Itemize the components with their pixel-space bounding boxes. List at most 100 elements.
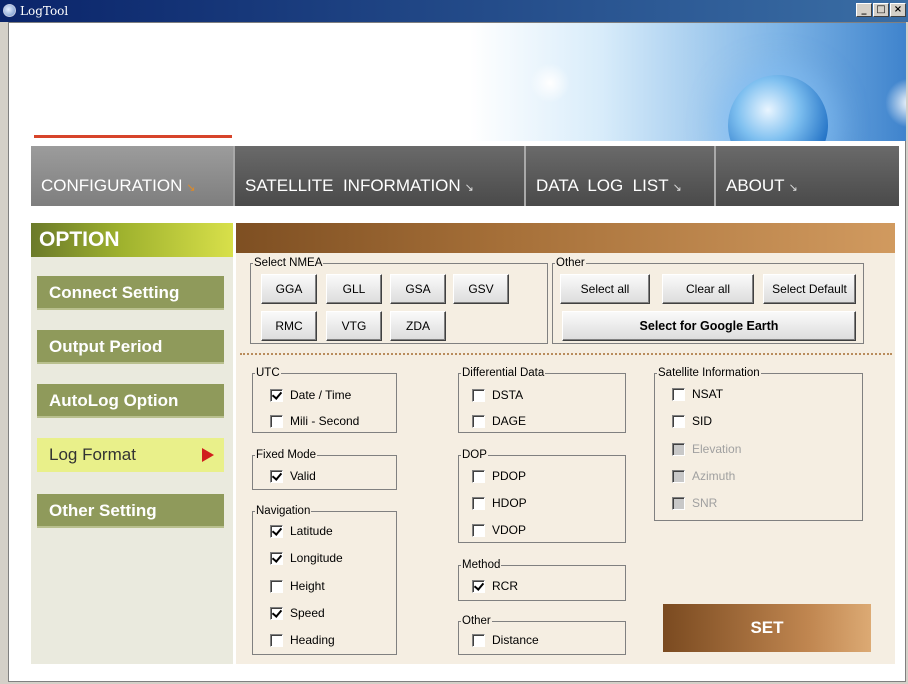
checkbox-box[interactable]: [472, 523, 485, 537]
arrow-icon: ↘: [186, 182, 196, 194]
nmea-gll-button[interactable]: GLL: [326, 274, 382, 304]
checkbox-label: Azimuth: [692, 469, 736, 483]
checkbox-label: Heading: [290, 633, 335, 647]
checkbox-box[interactable]: [270, 388, 283, 402]
select-all-button[interactable]: Select all: [560, 274, 650, 304]
nmea-gsv-button[interactable]: GSV: [453, 274, 509, 304]
checkbox-label: Speed: [290, 606, 325, 620]
tab-label: DATA LOG LIST: [536, 176, 669, 195]
checkbox-box[interactable]: [672, 387, 685, 401]
sidebar-item-output-period[interactable]: Output Period: [37, 330, 224, 364]
checkbox-label: VDOP: [492, 523, 527, 537]
heading-checkbox[interactable]: Heading: [270, 633, 335, 647]
tab-label: ABOUT: [726, 176, 785, 195]
sidebar-item-label: AutoLog Option: [49, 391, 179, 410]
group-legend: Differential Data: [462, 367, 545, 379]
checkbox-label: SNR: [692, 496, 718, 510]
sidebar-item-label: Other Setting: [49, 501, 157, 520]
checkbox-box: [672, 469, 685, 483]
sidebar-item-log-format[interactable]: Log Format: [37, 438, 224, 472]
group-legend: UTC: [256, 367, 280, 379]
longitude-checkbox[interactable]: Longitude: [270, 551, 343, 565]
set-button[interactable]: SET: [663, 604, 871, 652]
checkbox-box[interactable]: [270, 414, 283, 428]
section-divider: [240, 353, 892, 355]
checkbox-box[interactable]: [472, 579, 485, 593]
main-tabs: CONFIGURATION ↘ SATELLITE INFORMATION ↘ DA…: [31, 146, 899, 206]
checkbox-label: Latitude: [290, 524, 333, 538]
nmea-vtg-button[interactable]: VTG: [326, 311, 382, 341]
maximize-button[interactable]: □: [873, 3, 889, 17]
checkbox-box[interactable]: [270, 551, 283, 565]
close-button[interactable]: ×: [890, 3, 906, 17]
checkbox-label: Date / Time: [290, 388, 352, 402]
active-tab-indicator: [34, 135, 232, 138]
tab-label: CONFIGURATION: [41, 176, 183, 195]
panel-header-bar: [236, 223, 895, 253]
checkbox-box[interactable]: [270, 579, 283, 593]
sidebar-item-connect-setting[interactable]: Connect Setting: [37, 276, 224, 310]
group-legend: Other: [462, 615, 491, 627]
arrow-icon: ↘: [672, 182, 682, 194]
checkbox-label: SID: [692, 414, 713, 428]
nmea-zda-button[interactable]: ZDA: [390, 311, 446, 341]
group-legend: DOP: [462, 449, 487, 461]
nsat-checkbox[interactable]: NSAT: [672, 387, 723, 401]
dage-checkbox[interactable]: DAGE: [472, 414, 526, 428]
window-title: LogTool: [20, 4, 69, 18]
sidebar-item-other-setting[interactable]: Other Setting: [37, 494, 224, 528]
checkbox-label: Distance: [492, 633, 539, 647]
checkbox-box[interactable]: [270, 633, 283, 647]
mili-second-checkbox[interactable]: Mili - Second: [270, 414, 359, 428]
group-legend: Fixed Mode: [256, 449, 317, 461]
checkbox-box[interactable]: [472, 496, 485, 510]
group-legend: Method: [462, 559, 501, 571]
checkbox-label: HDOP: [492, 496, 527, 510]
checkbox-box[interactable]: [472, 469, 485, 483]
group-legend: Navigation: [256, 505, 311, 517]
hdop-checkbox[interactable]: HDOP: [472, 496, 527, 510]
checkbox-label: Longitude: [290, 551, 343, 565]
checkbox-label: DAGE: [492, 414, 527, 428]
rcr-checkbox[interactable]: RCR: [472, 579, 518, 593]
checkbox-label: Valid: [290, 469, 316, 483]
tab-satellite-information[interactable]: SATELLITE INFORMATION ↘: [235, 146, 526, 206]
pdop-checkbox[interactable]: PDOP: [472, 469, 526, 483]
latitude-checkbox[interactable]: Latitude: [270, 524, 333, 538]
clear-all-button[interactable]: Clear all: [662, 274, 754, 304]
dsta-checkbox[interactable]: DSTA: [472, 388, 523, 402]
vdop-checkbox[interactable]: VDOP: [472, 523, 526, 537]
minimize-button[interactable]: _: [856, 3, 872, 17]
tab-configuration[interactable]: CONFIGURATION ↘: [31, 146, 235, 206]
sid-checkbox[interactable]: SID: [672, 414, 712, 428]
tab-data-log-list[interactable]: DATA LOG LIST ↘: [526, 146, 716, 206]
tab-about[interactable]: ABOUT ↘: [716, 146, 899, 206]
checkbox-box[interactable]: [672, 414, 685, 428]
sidebar-item-label: Output Period: [49, 337, 163, 356]
checkbox-label: PDOP: [492, 469, 527, 483]
sidebar-item-autolog-option[interactable]: AutoLog Option: [37, 384, 224, 418]
checkbox-box[interactable]: [270, 524, 283, 538]
nmea-gga-button[interactable]: GGA: [261, 274, 317, 304]
speed-checkbox[interactable]: Speed: [270, 606, 325, 620]
checkbox-box: [672, 496, 685, 510]
height-checkbox[interactable]: Height: [270, 579, 325, 593]
distance-checkbox[interactable]: Distance: [472, 633, 539, 647]
azimuth-checkbox: Azimuth: [672, 469, 735, 483]
nmea-rmc-button[interactable]: RMC: [261, 311, 317, 341]
select-google-earth-button[interactable]: Select for Google Earth: [562, 311, 856, 341]
tab-label: SATELLITE INFORMATION: [245, 176, 461, 195]
select-default-button[interactable]: Select Default: [763, 274, 856, 304]
checkbox-box[interactable]: [472, 414, 485, 428]
checkbox-box[interactable]: [472, 388, 485, 402]
active-arrow-icon: [202, 448, 214, 462]
checkbox-box[interactable]: [270, 469, 283, 483]
valid-checkbox[interactable]: Valid: [270, 469, 316, 483]
checkbox-box[interactable]: [472, 633, 485, 647]
header-banner: [10, 23, 906, 141]
group-legend: Select NMEA: [254, 257, 323, 269]
nmea-gsa-button[interactable]: GSA: [390, 274, 446, 304]
checkbox-label: RCR: [492, 579, 518, 593]
date-time-checkbox[interactable]: Date / Time: [270, 388, 351, 402]
checkbox-box[interactable]: [270, 606, 283, 620]
